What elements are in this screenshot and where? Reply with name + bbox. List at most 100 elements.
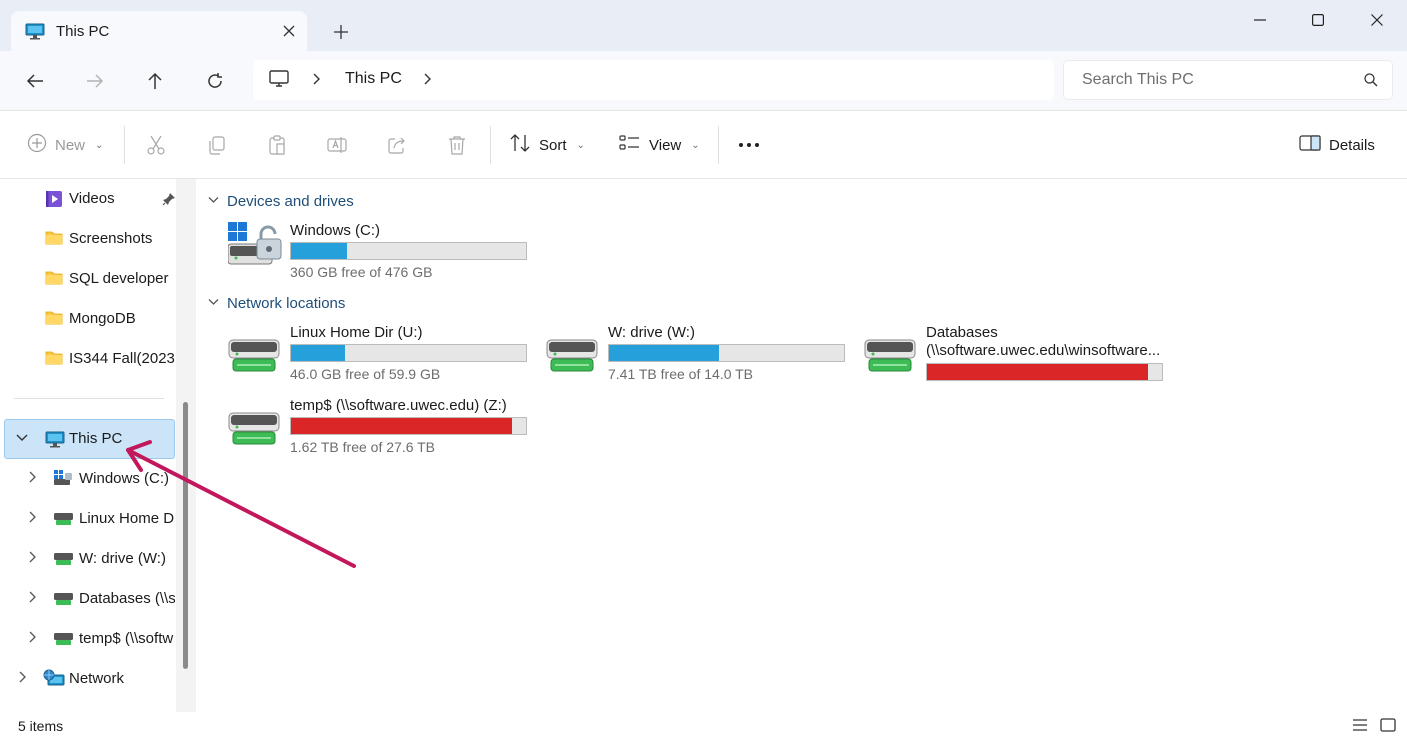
breadcrumb-chevron-icon[interactable] bbox=[312, 72, 322, 89]
drive-name-path: (\\software.uwec.edu\winsoftware... bbox=[926, 342, 1161, 359]
drive-usage-bar bbox=[608, 344, 845, 362]
sidebar-item-linux-home[interactable]: Linux Home Di bbox=[4, 499, 175, 539]
close-window-button[interactable] bbox=[1348, 0, 1406, 40]
chevron-right-icon[interactable] bbox=[28, 551, 38, 566]
divider bbox=[490, 126, 491, 164]
chevron-right-icon[interactable] bbox=[18, 671, 28, 686]
network-drive-icon bbox=[53, 632, 75, 650]
drive-databases[interactable]: Databases (\\software.uwec.edu\winsoftwa… bbox=[864, 324, 1164, 386]
pin-icon[interactable] bbox=[162, 192, 175, 210]
tab-title: This PC bbox=[56, 23, 110, 40]
drive-free-space: 46.0 GB free of 59.9 GB bbox=[290, 366, 441, 382]
sort-icon bbox=[509, 133, 531, 157]
refresh-button[interactable] bbox=[197, 65, 233, 97]
sidebar-item-this-pc[interactable]: This PC bbox=[4, 419, 175, 459]
content-pane: Devices and drives Windows (C:) 360 GB f… bbox=[196, 179, 1407, 712]
divider bbox=[124, 126, 125, 164]
drive-windows-c[interactable]: Windows (C:) 360 GB free of 476 GB bbox=[227, 222, 528, 284]
share-icon[interactable] bbox=[386, 129, 408, 161]
chevron-right-icon[interactable] bbox=[28, 631, 38, 646]
drive-usage-bar bbox=[926, 363, 1163, 381]
tiles-view-icon[interactable] bbox=[1380, 718, 1396, 735]
drive-temp-z[interactable]: temp$ (\\software.uwec.edu) (Z:) 1.62 TB… bbox=[228, 397, 528, 459]
maximize-button[interactable] bbox=[1289, 0, 1347, 40]
chevron-right-icon[interactable] bbox=[28, 471, 38, 486]
sidebar-item-label: IS344 Fall(2023) bbox=[69, 350, 175, 367]
sidebar-item-label: Network bbox=[69, 670, 125, 687]
copy-icon[interactable] bbox=[206, 129, 228, 161]
sidebar-item-label: SQL developer bbox=[69, 270, 169, 287]
details-pane-icon bbox=[1299, 134, 1321, 156]
sort-button[interactable]: Sort ⌄ bbox=[509, 129, 585, 161]
more-options-icon[interactable] bbox=[738, 129, 760, 161]
folder-icon bbox=[45, 350, 63, 369]
drive-linux-home-u[interactable]: Linux Home Dir (U:) 46.0 GB free of 59.9… bbox=[228, 324, 528, 386]
details-label: Details bbox=[1329, 136, 1375, 154]
details-view-icon[interactable] bbox=[1352, 718, 1368, 735]
cut-icon[interactable] bbox=[145, 129, 167, 161]
view-button[interactable]: View ⌄ bbox=[619, 129, 700, 161]
search-icon[interactable] bbox=[1364, 73, 1378, 90]
divider bbox=[718, 126, 719, 164]
sidebar-scrollbar-thumb[interactable] bbox=[183, 402, 188, 669]
tab-this-pc[interactable]: This PC bbox=[11, 11, 307, 51]
drive-name: W: drive (W:) bbox=[608, 324, 695, 341]
chevron-right-icon[interactable] bbox=[28, 591, 38, 606]
drive-free-space: 360 GB free of 476 GB bbox=[290, 264, 433, 280]
group-devices-and-drives[interactable]: Devices and drives bbox=[208, 191, 354, 211]
group-title: Network locations bbox=[227, 294, 346, 312]
sidebar-item-network[interactable]: Network bbox=[4, 659, 175, 699]
sidebar-item-sql-developer[interactable]: SQL developer bbox=[4, 259, 175, 299]
forward-button[interactable] bbox=[77, 65, 113, 97]
sort-label: Sort bbox=[539, 136, 567, 154]
sidebar-item-label: This PC bbox=[69, 430, 123, 447]
navigation-bar: This PC Search This PC bbox=[0, 51, 1407, 111]
drive-name: temp$ (\\software.uwec.edu) (Z:) bbox=[290, 397, 507, 414]
chevron-down-icon[interactable] bbox=[208, 297, 219, 309]
drive-free-space: 1.62 TB free of 27.6 TB bbox=[290, 439, 436, 455]
sidebar-item-label: MongoDB bbox=[69, 310, 136, 327]
rename-icon[interactable] bbox=[326, 129, 348, 161]
drive-usage-bar bbox=[290, 417, 527, 435]
new-tab-button[interactable] bbox=[326, 18, 356, 46]
chevron-down-icon: ⌄ bbox=[576, 139, 585, 151]
new-button[interactable]: New ⌄ bbox=[27, 129, 103, 161]
chevron-right-icon[interactable] bbox=[28, 511, 38, 526]
windows-drive-icon bbox=[53, 469, 75, 491]
breadcrumb-this-pc[interactable]: This PC bbox=[345, 70, 402, 88]
details-button[interactable]: Details bbox=[1299, 129, 1375, 161]
sidebar-item-temp[interactable]: temp$ (\\softw bbox=[4, 619, 175, 659]
sidebar-item-label: Windows (C:) bbox=[79, 470, 170, 487]
drive-usage-bar bbox=[290, 242, 527, 260]
sidebar-item-windows-c[interactable]: Windows (C:) bbox=[4, 459, 175, 499]
sidebar-item-w-drive[interactable]: W: drive (W:) bbox=[4, 539, 175, 579]
chevron-down-icon[interactable] bbox=[16, 432, 28, 446]
address-bar[interactable]: This PC bbox=[253, 60, 1054, 100]
sidebar-item-is344[interactable]: IS344 Fall(2023) bbox=[4, 339, 175, 379]
sidebar-item-videos[interactable]: Videos bbox=[4, 179, 175, 219]
delete-icon[interactable] bbox=[446, 129, 468, 161]
command-bar: New ⌄ Sort ⌄ View ⌄ Details bbox=[0, 111, 1407, 179]
drive-w[interactable]: W: drive (W:) 7.41 TB free of 14.0 TB bbox=[546, 324, 846, 386]
network-drive-icon bbox=[53, 512, 75, 530]
search-input[interactable]: Search This PC bbox=[1063, 60, 1393, 100]
breadcrumb-chevron-icon[interactable] bbox=[423, 72, 433, 89]
sidebar-item-screenshots[interactable]: Screenshots bbox=[4, 219, 175, 259]
search-placeholder: Search This PC bbox=[1082, 71, 1194, 88]
minimize-button[interactable] bbox=[1231, 0, 1289, 40]
folder-icon bbox=[45, 270, 63, 289]
network-drive-icon bbox=[228, 405, 282, 452]
tab-close-icon[interactable] bbox=[277, 19, 301, 43]
drive-name: Windows (C:) bbox=[290, 222, 381, 239]
sidebar-item-mongodb[interactable]: MongoDB bbox=[4, 299, 175, 339]
back-button[interactable] bbox=[17, 65, 53, 97]
group-title: Devices and drives bbox=[227, 192, 354, 210]
paste-icon[interactable] bbox=[266, 129, 288, 161]
up-button[interactable] bbox=[137, 65, 173, 97]
sidebar-item-databases[interactable]: Databases (\\s bbox=[4, 579, 175, 619]
chevron-down-icon[interactable] bbox=[208, 195, 219, 207]
this-pc-icon bbox=[45, 431, 65, 452]
chevron-down-icon: ⌄ bbox=[691, 139, 700, 151]
view-label: View bbox=[649, 136, 682, 154]
group-network-locations[interactable]: Network locations bbox=[208, 293, 345, 313]
